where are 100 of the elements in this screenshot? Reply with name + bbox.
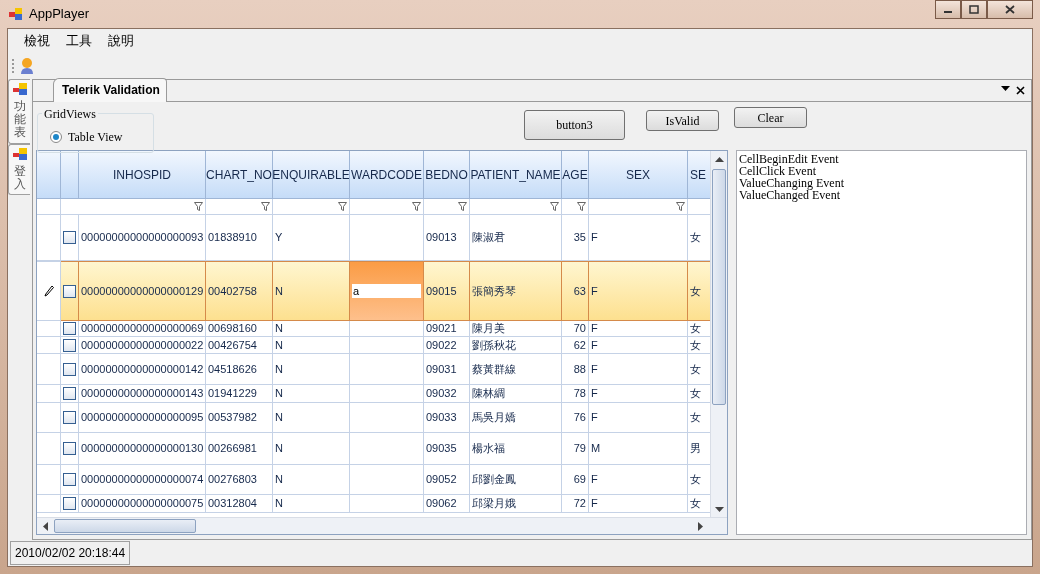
app-icon bbox=[9, 7, 23, 21]
table-cell: 09033 bbox=[424, 403, 470, 433]
maximize-button[interactable] bbox=[961, 0, 987, 19]
filter-icon[interactable] bbox=[550, 202, 559, 211]
table-cell: 76 bbox=[562, 403, 589, 433]
table-cell: 00000000000000000022 bbox=[79, 337, 206, 354]
menu-item[interactable]: 說明 bbox=[100, 29, 142, 53]
table-cell: 00000000000000000075 bbox=[79, 495, 206, 513]
table-cell: 馬吳月嬌 bbox=[470, 403, 562, 433]
radio-option[interactable]: Table View bbox=[50, 128, 123, 146]
table-cell: 00000000000000000069 bbox=[79, 321, 206, 337]
table-cell: 72 bbox=[562, 495, 589, 513]
window-icon bbox=[12, 83, 27, 96]
button3-button[interactable]: button3 bbox=[524, 110, 625, 140]
side-tab[interactable]: 登入 bbox=[8, 143, 30, 195]
table-cell: 00000000000000000142 bbox=[79, 354, 206, 385]
table-cell: F bbox=[589, 337, 688, 354]
table-cell: 00537982 bbox=[206, 403, 273, 433]
row-checkbox[interactable] bbox=[63, 284, 76, 298]
column-header[interactable]: ENQUIRABLE bbox=[273, 151, 350, 199]
table-cell: F bbox=[589, 385, 688, 403]
log-line: CellClick Event bbox=[739, 165, 817, 177]
pencil-icon bbox=[43, 285, 54, 297]
table-cell: F bbox=[589, 403, 688, 433]
row-checkbox[interactable] bbox=[63, 442, 76, 455]
table-cell: 00698160 bbox=[206, 321, 273, 337]
status-text: 2010/02/02 20:18:44 bbox=[10, 541, 131, 565]
isvalid-button[interactable]: IsValid bbox=[646, 110, 719, 131]
table-cell: F bbox=[589, 495, 688, 513]
column-header[interactable]: BEDNO bbox=[424, 151, 470, 199]
column-header[interactable]: SE bbox=[688, 151, 710, 199]
user-icon[interactable] bbox=[19, 57, 35, 75]
table-cell: 78 bbox=[562, 385, 589, 403]
log-line: ValueChanged Event bbox=[739, 189, 841, 201]
row-checkbox[interactable] bbox=[63, 231, 76, 244]
window-title: AppPlayer bbox=[29, 5, 89, 24]
window-icon bbox=[12, 147, 27, 161]
side-tab[interactable]: 功能表 bbox=[8, 79, 30, 144]
table-cell: 09015 bbox=[424, 261, 470, 321]
close-icon[interactable] bbox=[1016, 86, 1025, 95]
cell-editor[interactable]: a bbox=[352, 284, 421, 298]
table-cell: 69 bbox=[562, 465, 589, 495]
table-cell: 09031 bbox=[424, 354, 470, 385]
table-cell: F bbox=[589, 261, 688, 321]
table-cell: 00000000000000000074 bbox=[79, 465, 206, 495]
table-cell: 09035 bbox=[424, 433, 470, 465]
filter-icon[interactable] bbox=[261, 202, 270, 211]
column-header bbox=[61, 151, 79, 199]
column-header[interactable]: PATIENT_NAME bbox=[470, 151, 562, 199]
scrollbar-thumb[interactable] bbox=[54, 519, 196, 533]
document-tab[interactable]: Telerik Validation bbox=[53, 78, 167, 102]
row-checkbox[interactable] bbox=[63, 362, 76, 376]
row-checkbox[interactable] bbox=[63, 411, 76, 424]
row-checkbox[interactable] bbox=[63, 473, 76, 486]
table-cell: 63 bbox=[562, 261, 589, 321]
table-cell: 00426754 bbox=[206, 337, 273, 354]
filter-icon[interactable] bbox=[338, 202, 347, 211]
column-header[interactable]: INHOSPID bbox=[79, 151, 206, 199]
table-cell: 09062 bbox=[424, 495, 470, 513]
table-cell: N bbox=[273, 354, 350, 385]
table-cell: 04518626 bbox=[206, 354, 273, 385]
table-cell: 蔡黃群線 bbox=[470, 354, 562, 385]
menu-item[interactable]: 工具 bbox=[58, 29, 100, 53]
table-cell: N bbox=[273, 261, 350, 321]
side-tab-label: 功能表 bbox=[13, 100, 26, 140]
table-cell: F bbox=[589, 321, 688, 337]
table-cell: 00312804 bbox=[206, 495, 273, 513]
clear-button[interactable]: Clear bbox=[734, 107, 807, 128]
column-header[interactable]: AGE bbox=[562, 151, 589, 199]
table-cell: 00266981 bbox=[206, 433, 273, 465]
table-cell: 09021 bbox=[424, 321, 470, 337]
table-cell: 00402758 bbox=[206, 261, 273, 321]
column-header[interactable]: CHART_NO bbox=[206, 151, 273, 199]
column-header[interactable]: WARDCODE bbox=[350, 151, 424, 199]
filter-icon[interactable] bbox=[412, 202, 421, 211]
maximize-icon bbox=[969, 5, 979, 14]
table-cell: 09032 bbox=[424, 385, 470, 403]
table-cell: 00276803 bbox=[206, 465, 273, 495]
table-cell: M bbox=[589, 433, 688, 465]
scrollbar-thumb[interactable] bbox=[712, 169, 726, 405]
table-cell: 劉孫秋花 bbox=[470, 337, 562, 354]
table-cell: 00000000000000000095 bbox=[79, 403, 206, 433]
table-cell: 00000000000000000143 bbox=[79, 385, 206, 403]
menu-item[interactable]: 檢視 bbox=[16, 29, 58, 53]
column-header[interactable]: SEX bbox=[589, 151, 688, 199]
filter-icon[interactable] bbox=[577, 202, 586, 211]
table-cell: N bbox=[273, 321, 350, 337]
table-cell: 00000000000000000130 bbox=[79, 433, 206, 465]
close-button[interactable] bbox=[987, 0, 1033, 19]
filter-icon[interactable] bbox=[458, 202, 467, 211]
column-header bbox=[37, 151, 61, 199]
minimize-button[interactable] bbox=[935, 0, 961, 19]
table-cell: 70 bbox=[562, 321, 589, 337]
table-cell: 79 bbox=[562, 433, 589, 465]
table-cell: N bbox=[273, 495, 350, 513]
table-cell: F bbox=[589, 465, 688, 495]
log-line: ValueChanging Event bbox=[739, 177, 845, 189]
filter-icon[interactable] bbox=[194, 202, 203, 211]
close-icon bbox=[1005, 5, 1015, 14]
filter-icon[interactable] bbox=[676, 202, 685, 211]
